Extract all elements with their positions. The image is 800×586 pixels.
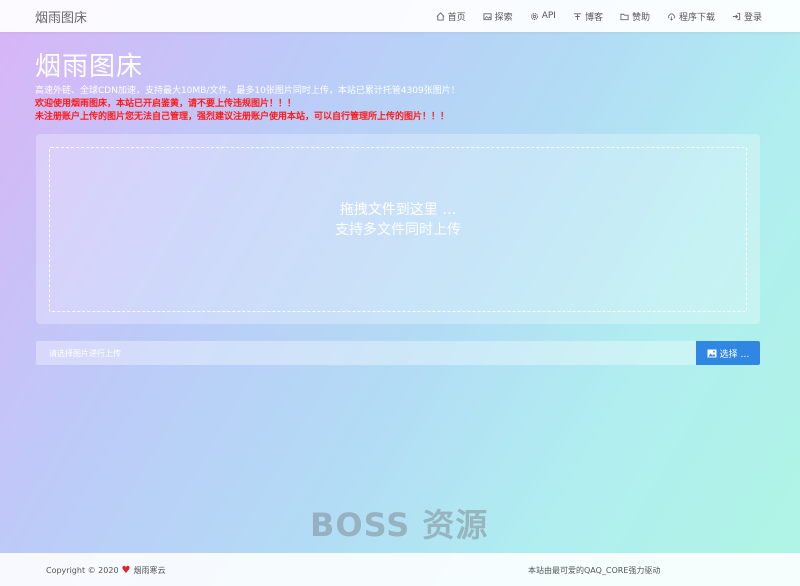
nav-item-label: 首页 <box>447 12 466 23</box>
image-icon <box>707 349 717 357</box>
nav-item-home[interactable]: 首页 <box>436 10 466 23</box>
file-path-input[interactable]: 请选择图片进行上传 <box>36 341 696 365</box>
file-drop-zone[interactable]: 拖拽文件到这里 … 支持多文件同时上传 <box>49 147 747 312</box>
top-navbar: 烟雨图床 首页 探索 API 博客 赞助 程序下载 登录 <box>0 0 800 32</box>
heart-icon: ♥ <box>121 565 131 576</box>
nav-item-label: 程序下载 <box>678 12 715 23</box>
drop-zone-hint: 拖拽文件到这里 … <box>339 201 457 218</box>
choose-file-button[interactable]: 选择 … <box>696 341 760 365</box>
nav-item-sponsor[interactable]: 赞助 <box>620 10 650 23</box>
gear-icon <box>530 12 538 20</box>
powered-by-text: 本站由最可爱的QAQ_CORE强力驱动 <box>528 566 661 575</box>
image-icon <box>483 12 492 20</box>
site-info-text: 高速外链、全球CDN加速，支持最大10MB/文件，最多10张图片同时上传，本站已… <box>35 86 460 96</box>
blog-icon <box>573 12 582 20</box>
upload-card: 拖拽文件到这里 … 支持多文件同时上传 <box>36 134 760 324</box>
nav-item-label: 登录 <box>743 12 762 23</box>
register-warning-text: 未注册账户上传的图片您无法自己管理，强烈建议注册账户使用本站，可以自行管理所上传… <box>35 112 450 122</box>
file-picker-row: 请选择图片进行上传 选择 … <box>36 341 760 365</box>
cloud-download-icon <box>668 12 676 21</box>
nav-item-api[interactable]: API <box>530 11 556 21</box>
login-icon <box>732 12 741 20</box>
nav-item-login[interactable]: 登录 <box>732 10 762 23</box>
content-warning-text: 欢迎使用烟雨图床，本站已开启鉴黄，请不要上传违规图片！！！ <box>35 99 297 109</box>
choose-button-label: 选择 … <box>719 349 750 360</box>
main-nav: 首页 探索 API 博客 赞助 程序下载 登录 <box>436 0 762 32</box>
home-icon <box>436 11 445 21</box>
nav-item-label: API <box>541 11 556 21</box>
copyright-text: Copyright © 2020 <box>46 566 119 575</box>
site-brand[interactable]: 烟雨图床 <box>35 7 87 26</box>
drop-zone-subhint: 支持多文件同时上传 <box>335 221 461 238</box>
nav-item-label: 赞助 <box>631 12 650 23</box>
nav-item-label: 博客 <box>584 12 603 23</box>
folder-icon <box>620 13 629 20</box>
nav-item-download[interactable]: 程序下载 <box>667 10 715 23</box>
footer: Copyright © 2020 ♥ 烟雨寒云 本站由最可爱的QAQ_CORE强… <box>0 553 800 586</box>
nav-item-explore[interactable]: 探索 <box>483 10 513 23</box>
nav-item-label: 探索 <box>494 12 513 23</box>
nav-item-blog[interactable]: 博客 <box>573 10 603 23</box>
page-title: 烟雨图床 <box>35 52 144 82</box>
watermark: BOSS 资源 <box>310 506 489 544</box>
footer-copyright: Copyright © 2020 ♥ 烟雨寒云 <box>46 565 166 576</box>
copyright-owner[interactable]: 烟雨寒云 <box>134 565 166 576</box>
